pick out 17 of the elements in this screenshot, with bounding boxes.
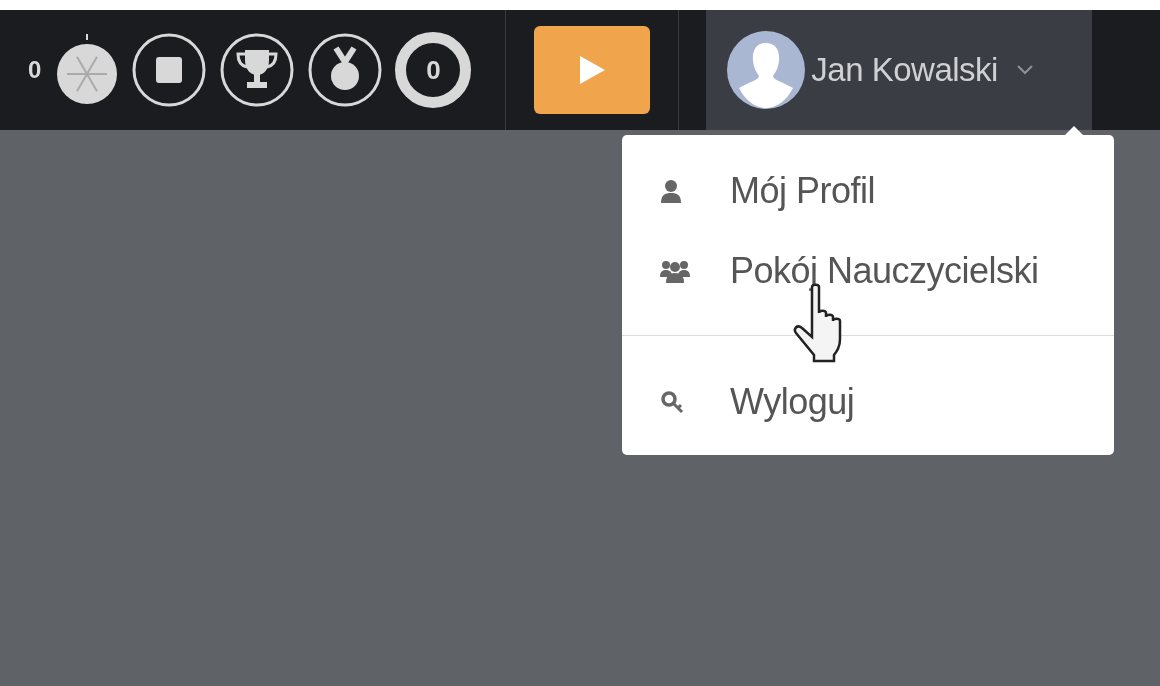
user-menu-button[interactable]: Jan Kowalski	[706, 10, 1093, 130]
user-icon	[660, 179, 682, 203]
trophy-icon[interactable]	[219, 32, 296, 108]
counter: 0	[28, 55, 42, 85]
lifebuoy-badge[interactable]: 0	[395, 32, 472, 108]
menu-item[interactable]: Wyloguj	[622, 378, 1114, 426]
menu-item[interactable]: Pokój Nauczycielski	[622, 247, 1114, 295]
users-icon	[660, 259, 690, 283]
medal-icon[interactable]	[307, 32, 384, 108]
lifebuoy-count: 0	[426, 57, 441, 83]
menu-item[interactable]: Mój Profil	[622, 167, 1114, 215]
key-icon	[660, 390, 686, 414]
chevron-down-icon	[1015, 64, 1034, 76]
wheel-icon[interactable]	[55, 33, 120, 107]
play-icon	[578, 55, 607, 85]
avatar-icon	[727, 31, 806, 109]
stop-icon[interactable]	[131, 32, 208, 108]
